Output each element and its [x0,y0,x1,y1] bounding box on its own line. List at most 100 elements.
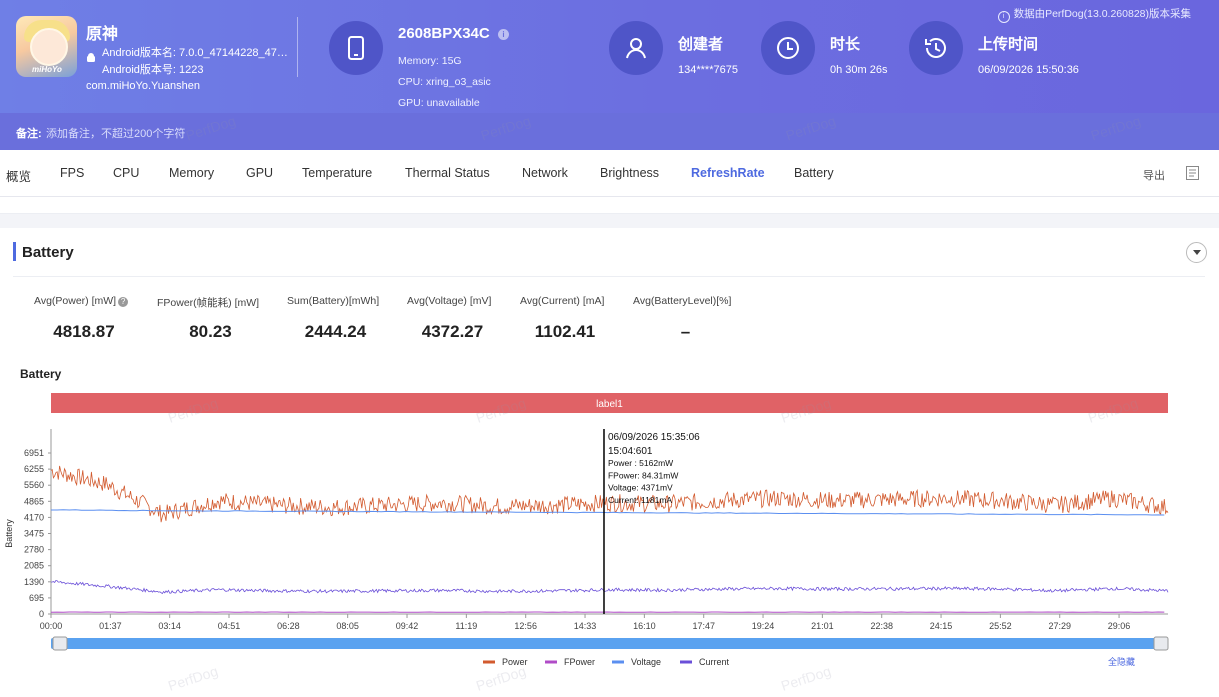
device-model: 2608BPX34C [398,25,490,42]
creator-icon-circle [609,21,663,75]
battery-panel: Battery Avg(Power) [mW]? 4818.87 FPower(… [0,228,1219,697]
metric-label: Avg(Current) [mA] [520,295,605,307]
clock-icon [777,37,799,59]
panel-divider [13,276,1205,277]
tooltip-datetime: 06/09/2026 15:35:06 [608,432,700,443]
duration-label: 时长 [830,36,861,53]
metric-value: 1102.41 [534,322,596,341]
export-button[interactable]: 导出 [1143,167,1165,183]
history-icon [925,38,946,58]
battery-chart[interactable]: label1 0 695 1390 2085 2780 3475 4170 4865 5560 62… [0,388,1219,697]
x-tick-label: 06:28 [277,621,300,631]
app-name: 原神 [86,26,119,43]
y-tick-label: 3475 [24,529,44,539]
metric-value: 4372.27 [421,322,484,341]
metric-value: – [680,322,691,341]
metric-label: Avg(Power) [mW] [34,295,117,307]
device-cpu: CPU: xring_o3_asic [398,76,491,88]
y-tick-label: 2780 [24,545,44,555]
tab-battery[interactable]: Battery [794,166,834,180]
tab-temperature[interactable]: Temperature [302,166,372,180]
y-tick-label: 6951 [24,448,44,458]
x-tick-label: 25:52 [989,621,1012,631]
upload-value: 06/09/2026 15:50:36 [978,64,1079,76]
tab-refreshrate[interactable]: RefreshRate [691,166,765,180]
y-axis-label: Battery [4,519,14,548]
y-tick-label: 4865 [24,496,44,506]
chart-band-label: label1 [596,399,623,410]
help-icon[interactable]: ? [118,297,129,307]
app-icon: miHoYo [16,16,77,77]
tab-memory[interactable]: Memory [169,166,214,180]
x-tick-label: 12:56 [514,621,537,631]
metric-label: Sum(Battery)[mWh] [287,295,380,307]
watermark: PerfDog [166,663,220,694]
range-slider-handle-left[interactable] [52,636,68,651]
tooltip-line: Current: 1181mA [608,495,672,505]
device-icon-circle [329,21,383,75]
series-line-current [50,579,1169,595]
legend-label-voltage[interactable]: Voltage [631,657,661,667]
tab-gpu[interactable]: GPU [246,166,273,180]
range-slider-handle-right[interactable] [1153,636,1169,651]
note-input[interactable]: 添加备注，不超过200个字符 [46,125,185,141]
x-tick-label: 19:24 [752,621,775,631]
device-gpu: GPU: unavailable [398,97,480,109]
metric-value: 2444.24 [304,322,367,341]
tab-cpu[interactable]: CPU [113,166,139,180]
tab-fps[interactable]: FPS [60,166,84,180]
x-tick-label: 17:47 [692,621,715,631]
app-version-name: Android版本名: 7.0.0_47144228_47144228_4714… [102,47,292,59]
x-tick-label: 29:06 [1108,621,1131,631]
metric-label: Avg(Voltage) [mV] [407,295,492,307]
x-tick-label: 11:19 [455,621,477,631]
legend-label-fpower[interactable]: FPower [564,657,595,667]
header-divider [297,17,298,77]
tooltip-line: Power : 5162mW [608,458,673,468]
metric-value: 4818.87 [53,322,115,341]
x-tick-label: 24:15 [930,621,953,631]
range-slider-track[interactable] [51,638,1168,649]
tab-thermal-status[interactable]: Thermal Status [405,166,490,180]
upload-icon-circle [909,21,963,75]
y-tick-label: 0 [39,609,44,619]
collapse-toggle[interactable] [1186,242,1207,263]
export-icon[interactable] [1186,166,1199,180]
x-tick-label: 01:37 [99,621,122,631]
x-tick-label: 04:51 [218,621,241,631]
hide-all-button[interactable]: 全隐藏 [1108,656,1135,667]
upload-label: 上传时间 [978,36,1039,53]
source-note: i 数据由PerfDog(13.0.260828)版本采集 [997,6,1191,23]
android-icon [87,53,95,62]
duration-value: 0h 30m 26s [830,64,888,76]
x-tick-label: 08:05 [336,621,359,631]
app-version-code: Android版本号: 1223 [102,64,204,76]
legend-label-current[interactable]: Current [699,657,730,667]
creator-value: 134****7675 [678,64,738,76]
x-tick-label: 16:10 [633,621,656,631]
device-memory: Memory: 15G [398,55,462,67]
y-tick-label: 695 [29,593,44,603]
tab-network[interactable]: Network [522,166,568,180]
watermark: PerfDog [474,663,528,694]
info-icon: i [997,11,1010,23]
x-tick-label: 03:14 [158,621,181,631]
series-line-voltage [51,509,1165,516]
y-tick-label: 2085 [24,561,44,571]
phone-icon [348,36,364,60]
tooltip-elapsed: 15:04:601 [608,446,653,457]
y-tick-label: 5560 [24,480,44,490]
device-info-icon[interactable]: i [498,29,509,40]
tooltip-line: Voltage: 4371mV [608,483,673,493]
tab-brightness[interactable]: Brightness [600,166,659,180]
x-tick-label: 14:33 [574,621,597,631]
metric-value: 80.23 [189,322,232,341]
app-icon-brand: miHoYo [32,65,62,74]
panel-title-accent [13,242,16,261]
x-tick-label: 22:38 [870,621,893,631]
app-package: com.miHoYo.Yuanshen [86,80,200,92]
duration-icon-circle [761,21,815,75]
source-note-text: 数据由PerfDog(13.0.260828)版本采集 [1013,8,1191,20]
chart-title: Battery [20,367,62,381]
tab-overview[interactable]: 概览 [6,166,31,185]
